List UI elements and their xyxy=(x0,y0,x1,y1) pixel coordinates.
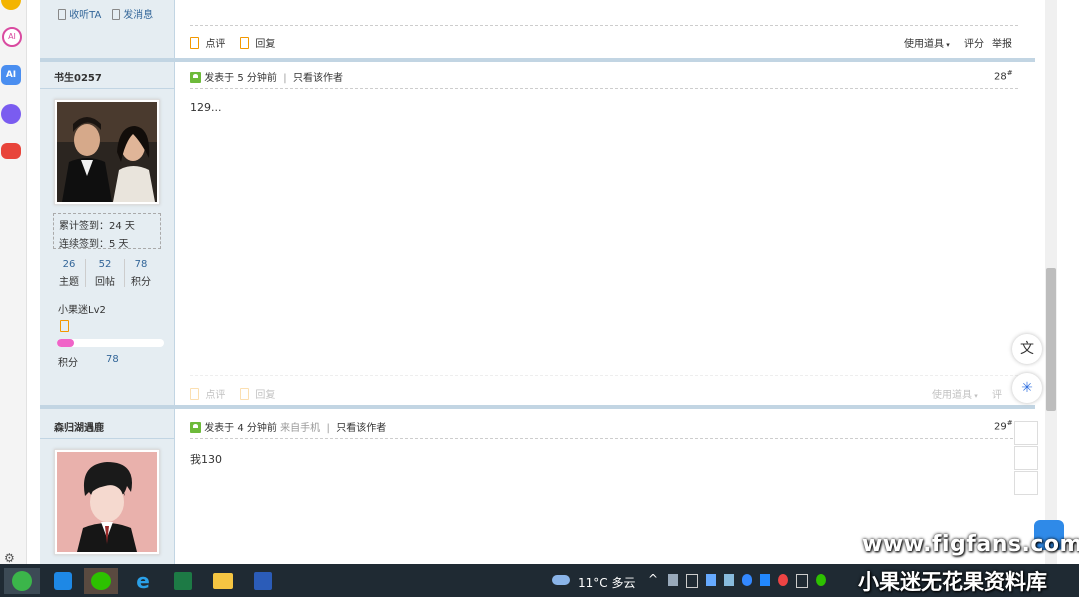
translate-icon[interactable]: 文 xyxy=(1012,334,1042,364)
weather-text[interactable]: 11°C 多云 xyxy=(578,574,635,591)
score-link[interactable]: 评 xyxy=(992,386,1002,401)
message-link[interactable]: 发消息 xyxy=(112,6,153,21)
post-content: 我130 xyxy=(190,453,222,466)
author-divider xyxy=(40,88,174,89)
browser-sidebar: AI AI ⚙ xyxy=(0,0,27,564)
float-tool-button-1[interactable] xyxy=(1014,421,1038,445)
stat-replies[interactable]: 52 回帖 xyxy=(86,259,124,288)
reply-link[interactable]: 回复 xyxy=(240,386,275,401)
only-author-link[interactable]: 只看该作者 xyxy=(293,73,343,84)
caret-down-icon: ▾ xyxy=(944,41,950,49)
avatar[interactable] xyxy=(54,449,160,555)
settings-gear-icon[interactable]: ⚙ xyxy=(4,552,15,564)
caret-down-icon: ▾ xyxy=(972,392,978,400)
follow-link[interactable]: 收听TA xyxy=(58,6,101,21)
divider xyxy=(190,25,1018,26)
level-progress-fill xyxy=(57,339,75,347)
use-tool-menu[interactable]: 使用道具 ▾ xyxy=(932,386,978,401)
post-separator xyxy=(40,405,1035,409)
post-time: 发表于 5 分钟前 xyxy=(204,73,277,84)
avatar-illustration xyxy=(57,452,157,552)
post-header-divider xyxy=(190,88,1018,89)
author-name[interactable]: 书生0257 xyxy=(54,69,102,84)
post-main-column xyxy=(175,0,1035,564)
use-tool-menu[interactable]: 使用道具 ▾ xyxy=(904,35,950,50)
online-status-icon xyxy=(190,72,201,83)
float-tool-button-3[interactable] xyxy=(1014,471,1038,495)
chevron-up-icon[interactable]: ^ xyxy=(648,572,658,586)
top-app-icon[interactable] xyxy=(1,0,21,10)
floor-number[interactable]: 29# xyxy=(994,419,1013,432)
rate-icon xyxy=(190,388,199,400)
tray-icon-3[interactable] xyxy=(706,574,716,586)
wechat-tray-icon[interactable] xyxy=(816,574,826,586)
points-value: 78 xyxy=(106,354,119,365)
scrollbar-thumb[interactable] xyxy=(1046,268,1056,411)
level-progress-bar xyxy=(57,339,164,347)
post-meta: 发表于 4 分钟前 来自手机 | 只看该作者 xyxy=(190,419,386,434)
author-divider xyxy=(40,438,174,439)
avatar[interactable] xyxy=(54,99,160,205)
online-status-icon xyxy=(190,422,201,433)
points-label: 积分 xyxy=(58,358,78,369)
float-tool-button-2[interactable] xyxy=(1014,446,1038,470)
word-icon[interactable] xyxy=(246,568,280,594)
weather-cloud-icon[interactable] xyxy=(550,571,572,587)
floor-number[interactable]: 28# xyxy=(994,69,1013,82)
tray-icon-7[interactable] xyxy=(778,574,788,586)
checkin-box: 累计签到：24 天 连续签到：5 天 xyxy=(53,213,161,250)
rate-icon xyxy=(190,37,199,49)
only-author-link[interactable]: 只看该作者 xyxy=(336,423,386,434)
author-name[interactable]: 森归湖遇鹿 xyxy=(54,419,104,434)
post-source: 来自手机 xyxy=(280,423,321,434)
bluetooth-icon[interactable] xyxy=(742,574,752,586)
meta-separator: | xyxy=(280,73,290,84)
meta-separator: | xyxy=(323,423,334,434)
post-content: 129... xyxy=(190,101,222,114)
ai-assistant-icon[interactable]: AI xyxy=(2,27,22,47)
checkin-total: 累计签到：24 天 xyxy=(59,221,135,232)
author-stats: 26 主题 52 回帖 78 积分 xyxy=(53,259,157,288)
watermark-url: www.figfans.com xyxy=(862,532,1079,557)
level-badge-icon xyxy=(60,320,69,333)
ai-app-icon[interactable]: AI xyxy=(1,65,21,85)
checkin-streak: 连续签到：5 天 xyxy=(59,239,129,250)
wechat-icon[interactable] xyxy=(84,568,118,594)
excel-icon[interactable] xyxy=(166,568,200,594)
message-icon xyxy=(112,9,120,20)
tray-icon-6[interactable] xyxy=(760,574,770,586)
report-link[interactable]: 举报 xyxy=(992,35,1012,50)
post-time: 发表于 4 分钟前 xyxy=(204,423,277,434)
rate-link[interactable]: 点评 xyxy=(190,386,225,401)
internet-explorer-icon[interactable]: e xyxy=(126,568,160,594)
user-level: 小果迷Lv2 xyxy=(58,305,106,316)
rate-link[interactable]: 点评 xyxy=(190,35,225,50)
tray-icon-2[interactable] xyxy=(686,574,698,588)
chat-bot-icon[interactable] xyxy=(1,104,21,124)
stat-points[interactable]: 78 积分 xyxy=(125,259,157,288)
follow-icon xyxy=(58,9,66,20)
ai-network-icon[interactable]: ✳ xyxy=(1012,373,1042,403)
pinned-app-icon[interactable] xyxy=(46,568,80,594)
post-meta: 发表于 5 分钟前 | 只看该作者 xyxy=(190,69,343,84)
reply-link[interactable]: 回复 xyxy=(240,35,275,50)
stat-threads[interactable]: 26 主题 xyxy=(53,259,85,288)
post-header-divider xyxy=(190,438,1018,439)
divider xyxy=(190,375,1018,376)
watermark-title: 小果迷无花果资料库 xyxy=(858,570,1047,594)
file-explorer-icon[interactable] xyxy=(206,568,240,594)
score-link[interactable]: 评分 xyxy=(964,35,984,50)
post-separator xyxy=(40,58,1035,62)
tray-icon-1[interactable] xyxy=(668,574,678,586)
reply-icon xyxy=(240,37,249,49)
edge-legacy-icon[interactable] xyxy=(4,568,40,594)
game-controller-icon[interactable] xyxy=(1,143,21,159)
reply-icon xyxy=(240,388,249,400)
tray-icon-4[interactable] xyxy=(724,574,734,586)
system-tray-icons xyxy=(668,574,826,588)
avatar-photo xyxy=(57,102,157,202)
tray-icon-8[interactable] xyxy=(796,574,808,588)
